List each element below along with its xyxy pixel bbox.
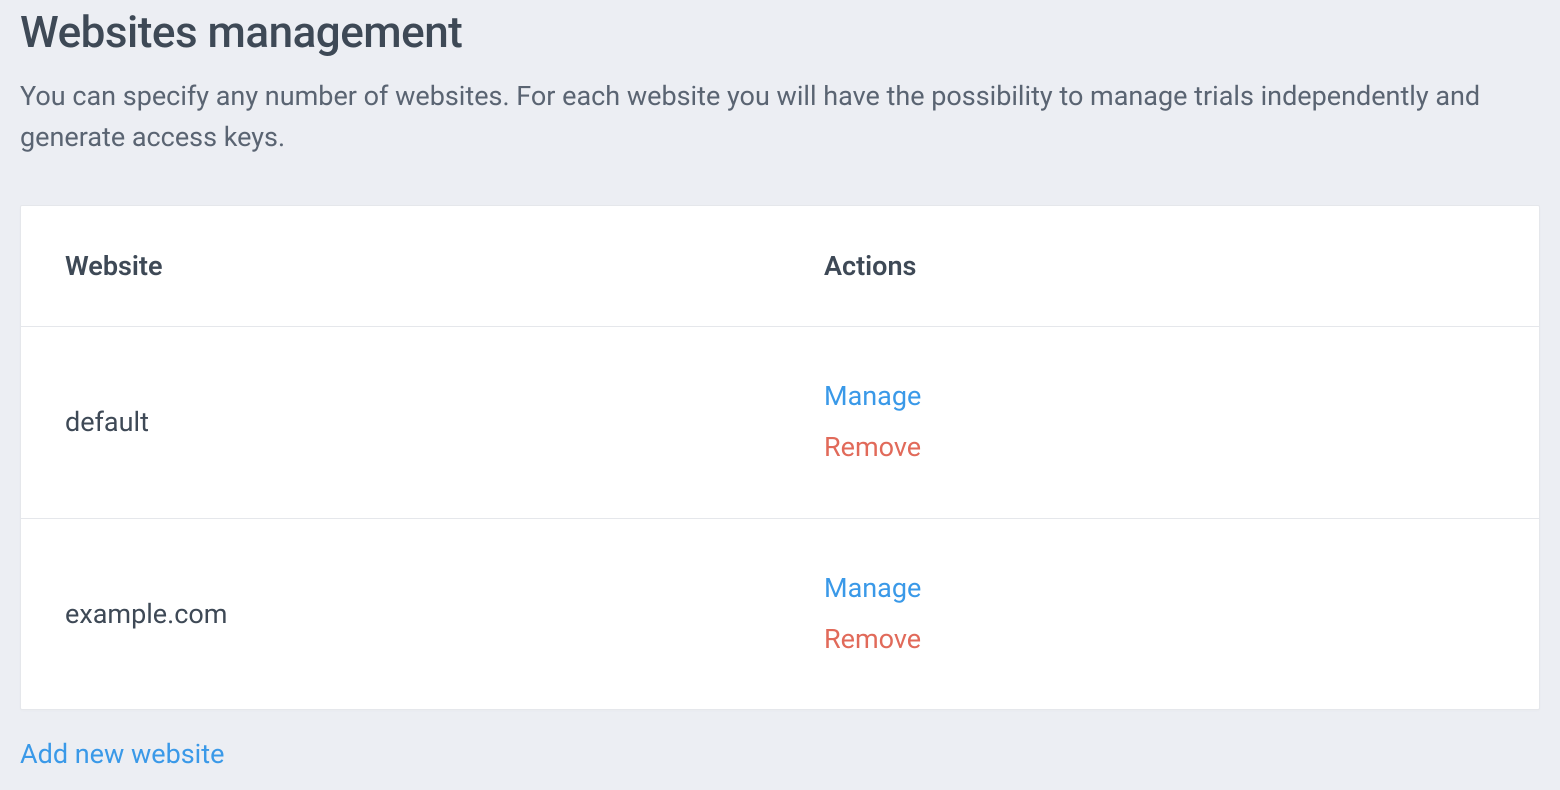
website-name-cell: default [21, 327, 780, 519]
table-row: example.com Manage Remove [21, 518, 1539, 709]
actions-cell: Manage Remove [780, 518, 1539, 709]
actions-cell: Manage Remove [780, 327, 1539, 519]
websites-table: Website Actions default Manage Remove ex… [21, 206, 1539, 709]
websites-table-container: Website Actions default Manage Remove ex… [20, 205, 1540, 710]
manage-link[interactable]: Manage [824, 563, 1495, 614]
table-row: default Manage Remove [21, 327, 1539, 519]
column-header-actions: Actions [780, 206, 1539, 327]
add-website-link[interactable]: Add new website [20, 738, 224, 770]
remove-link[interactable]: Remove [824, 422, 1495, 473]
website-name-cell: example.com [21, 518, 780, 709]
remove-link[interactable]: Remove [824, 614, 1495, 665]
column-header-website: Website [21, 206, 780, 327]
page-description: You can specify any number of websites. … [20, 76, 1540, 157]
manage-link[interactable]: Manage [824, 371, 1495, 422]
page-title: Websites management [20, 6, 1540, 58]
